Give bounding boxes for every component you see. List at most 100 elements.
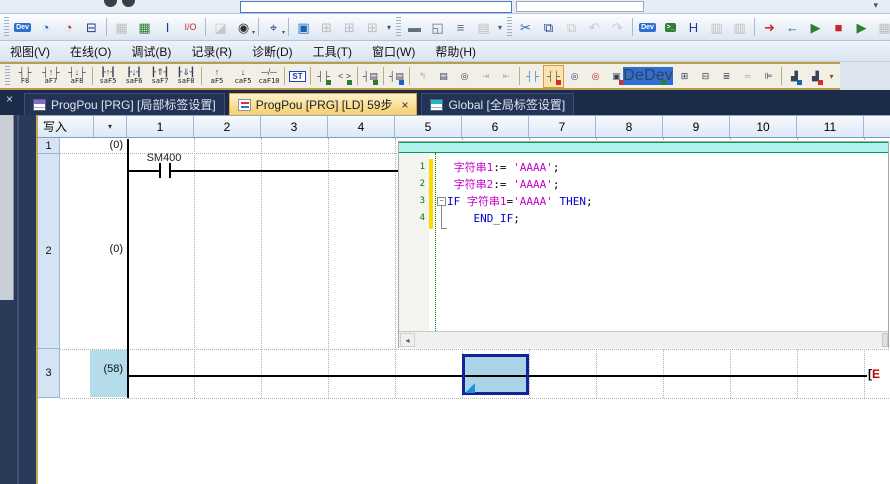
monitor-display-eye-icon[interactable]: ◉▾ [232,16,255,38]
cross-reference-io-icon[interactable]: H [682,16,705,38]
st-horizontal-scrollbar[interactable]: ◂ [399,331,888,348]
revert-edit-icon[interactable]: ↰ [412,65,433,88]
delete-statement-icon[interactable]: ⇤ [496,65,517,88]
partial-toolbar-icon[interactable] [104,0,117,7]
verify-with-plc-icon[interactable]: ▶ [804,16,827,38]
find-device-red-icon[interactable]: ◎ [585,65,606,88]
st-box-header-selected[interactable] [399,142,888,153]
docked-panel-splitter[interactable] [0,115,14,300]
watch-start-icon[interactable]: ◔ [34,16,57,38]
find-statement-icon[interactable]: ◎ [454,65,475,88]
register-watch-2-icon[interactable]: ▥ [728,16,751,38]
find-device-ladder-icon[interactable]: ◎ [564,65,585,88]
chevron-down-icon[interactable]: ▾ [873,0,878,11]
window-zoom-icon[interactable]: ▣ [292,16,315,38]
write-to-plc-icon[interactable]: ➜ [758,16,781,38]
parallel-falling-pulse-close-icon[interactable]: ┠⇓┨saF8 [173,65,199,88]
menu-help[interactable]: 帮助(H) [425,41,486,62]
falling-pulse-contact-icon[interactable]: ┤↓├aF8 [64,65,90,88]
parallel-rising-pulse-close-icon[interactable]: ┠⇑┨saF7 [147,65,173,88]
cross-reference-device-icon[interactable]: Dev [636,16,659,38]
toolbar-overflow-1-icon[interactable]: ▾ [384,23,394,32]
io-monitor-icon[interactable]: I/O [179,16,202,38]
dock-window-3-icon[interactable]: ⊞ [361,16,384,38]
toolbar-combobox[interactable] [240,1,512,13]
read-from-plc-icon[interactable]: ← [781,16,804,38]
ladder-canvas[interactable]: 1(0)2(0)3(58)SM400[E1 字符串1:= 'AAAA';2 字符… [38,138,890,484]
tab-global-labels[interactable]: Global [全局标签设置] [421,93,574,115]
st-code-line[interactable]: END_IF; [447,210,520,227]
insert-row-icon[interactable]: ⊞ [674,65,695,88]
open-contact-symbol[interactable] [169,163,171,178]
label-editor-icon[interactable]: I [156,16,179,38]
collapse-minus-icon[interactable]: − [437,197,446,206]
register-watch-1-icon[interactable]: ▥ [705,16,728,38]
copy-icon[interactable]: ⧉ [537,16,560,38]
cross-reference-program-icon[interactable]: >_ [659,16,682,38]
menu-view[interactable]: 视图(V) [0,41,60,62]
dock-window-1-icon[interactable]: ⊞ [315,16,338,38]
edit-coil-icon[interactable]: < > [334,65,355,88]
watch-stop-icon[interactable]: ◔ [57,16,80,38]
menu-recording[interactable]: 记录(R) [181,41,242,62]
menu-online[interactable]: 在线(O) [60,41,121,62]
parallel-rising-pulse-icon[interactable]: ┠↑┨saF5 [95,65,121,88]
st-code-line[interactable]: IF 字符串1='AAAA' THEN; [447,193,593,210]
insert-statement-icon[interactable]: ⇥ [475,65,496,88]
tab-progpou-local-labels[interactable]: ProgPou [PRG] [局部标签设置] [24,93,225,115]
convert-block-blue-icon[interactable]: ▟ [784,65,805,88]
close-icon[interactable]: × [6,93,13,105]
remote-stop-icon[interactable]: ■ [827,16,850,38]
monitor-ladder-icon[interactable]: ┤├ [522,65,543,88]
remote-run-icon[interactable]: ▶ [850,16,873,38]
statement-list-icon[interactable]: ≡ [449,16,472,38]
device-display-dev-icon[interactable]: Dev [11,16,34,38]
device-comment-edit-icon[interactable]: ▦ [133,16,156,38]
redo-icon[interactable]: ↷ [606,16,629,38]
scroll-left-arrow-icon[interactable]: ◂ [400,333,415,347]
convert-block-red-icon[interactable]: ▟ [805,65,826,88]
dev-jump-icon[interactable]: Dev [648,65,669,88]
inline-st-box-icon[interactable]: ST [287,65,308,88]
undo-icon[interactable]: ↶ [583,16,606,38]
note-align-icon[interactable]: ≃ [737,65,758,88]
delete-horizontal-line-icon[interactable]: ─/─caF10 [256,65,282,88]
comment-display-icon[interactable]: ▤ [472,16,495,38]
statement-align-icon[interactable]: ≣ [716,65,737,88]
row-header-3[interactable]: 3 [38,349,60,398]
cut-icon[interactable]: ✂ [514,16,537,38]
eraser-icon[interactable]: ◪ [209,16,232,38]
mode-selector[interactable]: 写入 [38,116,94,137]
dock-window-2-icon[interactable]: ⊞ [338,16,361,38]
inline-st-box[interactable]: 1 字符串1:= 'AAAA';2 字符串2:= 'AAAA';3−IF 字符串… [398,141,889,348]
paste-icon[interactable]: ⧉ [560,16,583,38]
st-code-area[interactable]: 1 字符串1:= 'AAAA';2 字符串2:= 'AAAA';3−IF 字符串… [399,153,888,331]
tab-progpou-ld[interactable]: ProgPou [PRG] [LD] 59步× [229,93,418,115]
menu-debug[interactable]: 调试(B) [121,41,181,62]
st-code-line[interactable]: 字符串1:= 'AAAA'; [447,159,560,176]
device-find-icon[interactable]: ⌖▾ [262,16,285,38]
edit-label-grid-icon[interactable]: ┤▤ [360,65,381,88]
menu-tools[interactable]: 工具(T) [303,41,362,62]
edit-label-grid-blue-icon[interactable]: ┤▤ [386,65,407,88]
edit-contact-icon[interactable]: ┤├ [313,65,334,88]
note-display-icon[interactable]: ◱ [426,16,449,38]
pulse-contact-icon[interactable]: ┤├F8 [12,65,38,88]
scrollbar-end-partial[interactable] [882,333,888,347]
ladder-toolbar-overflow-icon[interactable]: ▾ [826,72,837,81]
batch-statement-edit-icon[interactable]: ⊫ [758,65,779,88]
delete-row-icon[interactable]: ⊟ [695,65,716,88]
monitor-mode-icon[interactable]: ▦ [873,16,890,38]
st-code-line[interactable]: 字符串2:= 'AAAA'; [447,176,560,193]
open-contact-symbol[interactable] [159,163,161,178]
partial-toolbar-icon[interactable] [122,0,135,7]
menu-window[interactable]: 窗口(W) [362,41,425,62]
device-memory-icon[interactable]: ▦ [110,16,133,38]
close-icon[interactable]: × [401,98,408,112]
toolbar-overflow-2-icon[interactable]: ▾ [495,23,505,32]
parameter-list-icon[interactable]: ⊟ [80,16,103,38]
rising-pulse-contact-icon[interactable]: ┤↑├aF7 [38,65,64,88]
toolbar-combobox-secondary[interactable] [516,1,644,12]
statement-doc-icon[interactable]: ▤ [433,65,454,88]
row-header-2[interactable]: 2 [38,154,60,349]
